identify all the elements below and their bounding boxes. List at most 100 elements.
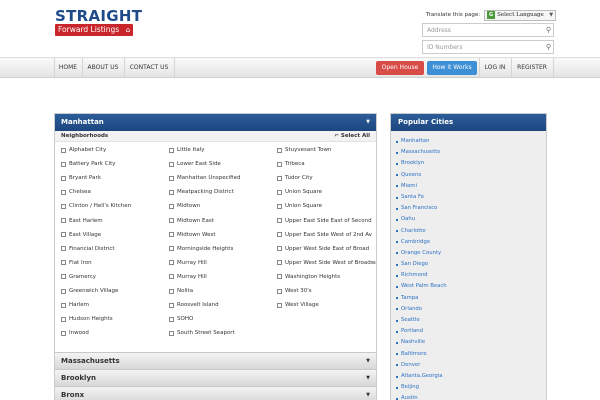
- neighborhood-option[interactable]: Midtown West: [169, 230, 216, 240]
- neighborhood-option[interactable]: Upper West Side East of Broad: [277, 244, 369, 254]
- neighborhood-checkbox[interactable]: [169, 203, 174, 209]
- popular-city-link[interactable]: Tampa: [396, 293, 546, 304]
- neighborhood-option[interactable]: Manhattan Unspecified: [169, 173, 241, 183]
- neighborhood-checkbox[interactable]: [61, 218, 66, 223]
- neighborhood-option[interactable]: Chelsea: [61, 187, 91, 197]
- neighborhood-option[interactable]: Midtown: [169, 201, 200, 211]
- popular-city-link[interactable]: Portland: [396, 326, 546, 337]
- neighborhood-checkbox[interactable]: [277, 175, 282, 181]
- popular-city-link[interactable]: Queens: [396, 170, 546, 181]
- neighborhood-option[interactable]: Financial District: [61, 244, 115, 254]
- neighborhood-checkbox[interactable]: [61, 189, 66, 195]
- neighborhood-option[interactable]: East Harlem: [61, 216, 103, 226]
- neighborhood-checkbox[interactable]: [169, 316, 174, 322]
- neighborhood-option[interactable]: Bryant Park: [61, 173, 101, 183]
- neighborhood-checkbox[interactable]: [277, 232, 282, 238]
- neighborhood-checkbox[interactable]: [277, 260, 282, 266]
- popular-city-link[interactable]: Richmond: [396, 270, 546, 281]
- neighborhood-checkbox[interactable]: [277, 274, 282, 280]
- neighborhood-option[interactable]: Flat Iron: [61, 258, 92, 268]
- neighborhood-option[interactable]: Lower East Side: [169, 159, 221, 169]
- popular-city-link[interactable]: Denver: [396, 360, 546, 371]
- neighborhood-option[interactable]: Upper East Side East of Second: [277, 216, 372, 226]
- search-icon[interactable]: ⚲: [546, 26, 551, 35]
- neighborhood-checkbox[interactable]: [61, 246, 66, 252]
- neighborhood-checkbox[interactable]: [169, 274, 174, 280]
- language-select[interactable]: G Select Language ▼: [484, 9, 557, 21]
- popular-city-link[interactable]: Orlando: [396, 304, 546, 315]
- popular-city-link[interactable]: Atlanta,Georgia: [396, 371, 546, 382]
- popular-city-link[interactable]: West Palm Beach: [396, 281, 546, 292]
- neighborhood-checkbox[interactable]: [169, 330, 174, 336]
- popular-city-link[interactable]: San Diego: [396, 259, 546, 270]
- popular-city-link[interactable]: San Francisco: [396, 203, 546, 214]
- neighborhood-option[interactable]: West 30's: [277, 286, 312, 296]
- neighborhood-option[interactable]: Stuyvesant Town: [277, 145, 331, 155]
- popular-city-link[interactable]: Seattle: [396, 315, 546, 326]
- neighborhood-checkbox[interactable]: [61, 175, 66, 181]
- neighborhood-option[interactable]: Battery Park City: [61, 159, 116, 169]
- neighborhood-checkbox[interactable]: [277, 218, 282, 223]
- site-logo[interactable]: STRAIGHT Forward Listings ⌂: [55, 9, 145, 41]
- id-numbers-input[interactable]: [423, 41, 541, 53]
- nav-about-us[interactable]: ABOUT US: [82, 58, 124, 77]
- neighborhood-checkbox[interactable]: [61, 147, 66, 153]
- neighborhood-checkbox[interactable]: [61, 330, 66, 336]
- bronx-accordion-header[interactable]: Bronx ▼: [55, 386, 376, 400]
- neighborhood-option[interactable]: Murray Hill: [169, 258, 207, 268]
- neighborhood-option[interactable]: Tribeca: [277, 159, 305, 169]
- popular-city-link[interactable]: Orange County: [396, 248, 546, 259]
- neighborhood-checkbox[interactable]: [169, 260, 174, 266]
- neighborhood-option[interactable]: South Street Seaport: [169, 328, 235, 338]
- neighborhood-option[interactable]: Hudson Heights: [61, 314, 113, 324]
- neighborhood-checkbox[interactable]: [169, 302, 174, 308]
- popular-city-link[interactable]: Miami: [396, 181, 546, 192]
- neighborhood-checkbox[interactable]: [61, 260, 66, 266]
- neighborhood-option[interactable]: Inwood: [61, 328, 89, 338]
- neighborhood-checkbox[interactable]: [61, 302, 66, 308]
- neighborhood-option[interactable]: East Village: [61, 230, 101, 240]
- neighborhood-option[interactable]: Upper West Side West of Broadway: [277, 258, 376, 268]
- neighborhood-checkbox[interactable]: [277, 246, 282, 252]
- neighborhood-option[interactable]: Gramercy: [61, 272, 96, 282]
- popular-city-link[interactable]: Santa Fe: [396, 192, 546, 203]
- neighborhood-option[interactable]: Morningside Heights: [169, 244, 233, 254]
- neighborhood-checkbox[interactable]: [277, 189, 282, 195]
- neighborhood-checkbox[interactable]: [61, 161, 66, 167]
- neighborhood-option[interactable]: West Village: [277, 300, 319, 310]
- neighborhood-checkbox[interactable]: [169, 161, 174, 167]
- neighborhood-checkbox[interactable]: [61, 316, 66, 322]
- neighborhood-checkbox[interactable]: [169, 189, 174, 195]
- neighborhood-checkbox[interactable]: [169, 175, 174, 181]
- neighborhood-checkbox[interactable]: [169, 232, 174, 238]
- popular-city-link[interactable]: Massachusetts: [396, 147, 546, 158]
- select-all-link[interactable]: ⌐ Select All: [334, 131, 370, 142]
- neighborhood-option[interactable]: Clinton / Hell's Kitchen: [61, 201, 131, 211]
- brooklyn-accordion-header[interactable]: Brooklyn ▼: [55, 369, 376, 386]
- popular-city-link[interactable]: Brooklyn: [396, 158, 546, 169]
- how-it-works-button[interactable]: How it Works: [427, 61, 477, 75]
- neighborhood-option[interactable]: Harlem: [61, 300, 89, 310]
- neighborhood-checkbox[interactable]: [169, 147, 174, 153]
- popular-city-link[interactable]: Beijing: [396, 382, 546, 393]
- neighborhood-option[interactable]: Upper East Side West of 2nd Av: [277, 230, 372, 240]
- neighborhood-checkbox[interactable]: [277, 147, 282, 153]
- address-input[interactable]: [423, 24, 541, 36]
- neighborhood-checkbox[interactable]: [61, 203, 66, 209]
- neighborhood-checkbox[interactable]: [169, 218, 174, 223]
- neighborhood-option[interactable]: Tudor City: [277, 173, 313, 183]
- search-icon[interactable]: ⚲: [546, 43, 551, 52]
- nav-login[interactable]: LOG IN: [479, 58, 511, 77]
- popular-city-link[interactable]: Cambridge: [396, 237, 546, 248]
- neighborhood-option[interactable]: Washington Heights: [277, 272, 340, 282]
- neighborhood-option[interactable]: Meatpacking District: [169, 187, 234, 197]
- nav-register[interactable]: REGISTER: [511, 58, 553, 77]
- popular-city-link[interactable]: Manhattan: [396, 136, 546, 147]
- neighborhood-option[interactable]: Union Square: [277, 187, 322, 197]
- popular-city-link[interactable]: Austin: [396, 393, 546, 400]
- neighborhood-checkbox[interactable]: [169, 246, 174, 252]
- neighborhood-option[interactable]: Union Square: [277, 201, 322, 211]
- popular-city-link[interactable]: Oahu: [396, 214, 546, 225]
- neighborhood-checkbox[interactable]: [169, 288, 174, 294]
- neighborhood-checkbox[interactable]: [277, 203, 282, 209]
